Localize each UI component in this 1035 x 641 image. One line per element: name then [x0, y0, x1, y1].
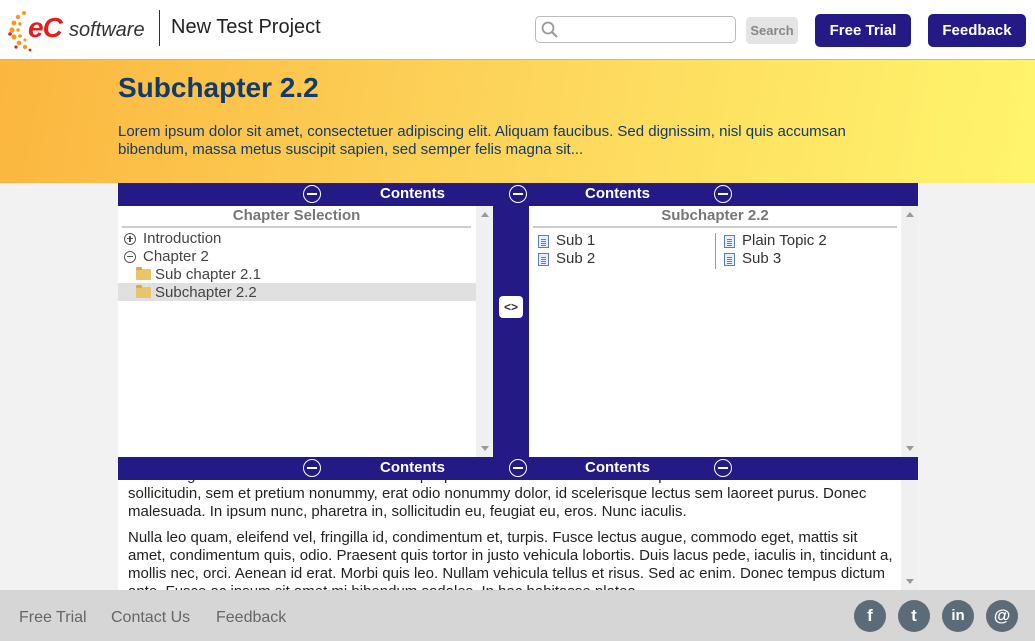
footer-link-feedback[interactable]: Feedback [216, 609, 286, 627]
collapse-icon[interactable] [509, 185, 527, 203]
feedback-button[interactable]: Feedback [928, 14, 1026, 47]
topic-label: Sub 1 [556, 232, 596, 249]
document-icon [724, 235, 735, 248]
hero-banner: Subchapter 2.2 Lorem ipsum dolor sit ame… [0, 60, 1035, 183]
tree-item-chapter-2[interactable]: Chapter 2 [118, 247, 476, 265]
scroll-up-icon[interactable] [481, 212, 489, 217]
topic-label: Plain Topic 2 [742, 232, 827, 249]
folder-icon [136, 267, 151, 280]
document-icon [538, 235, 549, 248]
tree-item-label: Chapter 2 [143, 248, 209, 265]
subchapter-heading: Subchapter 2.2 [533, 207, 897, 228]
topic-content: Nullam egestas leo sit amet odio. Pellen… [118, 480, 918, 590]
chapter-selection-panel: Chapter Selection Introduction Chapter 2… [118, 206, 493, 457]
scroll-down-icon[interactable] [906, 446, 914, 451]
logo-software-text: software [69, 19, 145, 41]
page-summary: Lorem ipsum dolor sit amet, consectetuer… [118, 123, 846, 158]
email-icon[interactable]: @ [986, 600, 1018, 632]
tree-item-label: Sub chapter 2.1 [155, 266, 261, 283]
footer-link-contact-us[interactable]: Contact Us [111, 609, 190, 627]
chapter-selection-heading: Chapter Selection [122, 207, 471, 228]
topic-label: Sub 3 [742, 250, 782, 267]
content-paragraph: Nullam egestas leo sit amet odio. Pellen… [128, 480, 867, 520]
collapse-icon[interactable] [509, 459, 527, 477]
contents-label-right[interactable]: Contents [585, 185, 650, 202]
subchapter-panel: Subchapter 2.2 Sub 1 Sub 2 Plain Topic 2… [529, 206, 918, 457]
contents-bar-bottom: Contents Contents [118, 457, 918, 480]
contents-bar-top: Contents Contents [118, 183, 918, 206]
contents-label-right[interactable]: Contents [585, 459, 650, 476]
panel-gutter [493, 206, 529, 457]
search-input[interactable] [564, 20, 733, 41]
search-icon [541, 21, 558, 38]
twitter-icon[interactable]: t [898, 600, 930, 632]
collapse-icon[interactable] [714, 459, 732, 477]
collapse-icon[interactable] [303, 459, 321, 477]
document-icon [724, 253, 735, 266]
tree-item-label: Subchapter 2.2 [155, 284, 257, 301]
search-button[interactable]: Search [746, 17, 798, 44]
collapse-icon[interactable] [303, 185, 321, 203]
project-title: New Test Project [171, 16, 321, 38]
content-scrollbar[interactable] [901, 480, 918, 590]
document-icon [538, 253, 549, 266]
content-paragraph: Nulla leo quam, eleifend vel, fringilla … [128, 529, 893, 590]
tree-item-label: Introduction [143, 230, 222, 247]
expand-icon[interactable] [124, 233, 136, 245]
scroll-down-icon[interactable] [481, 446, 489, 451]
topic-label: Sub 2 [556, 250, 596, 267]
ec-software-logo[interactable]: eC software [6, 6, 148, 54]
logo-ec-text: eC [28, 12, 63, 43]
search-box[interactable] [535, 16, 736, 43]
collapse-icon[interactable] [714, 185, 732, 203]
toggle-panels-button[interactable]: <> [499, 296, 523, 318]
footer-link-free-trial[interactable]: Free Trial [19, 609, 87, 627]
linkedin-icon[interactable]: in [942, 600, 974, 632]
page-title: Subchapter 2.2 [118, 72, 319, 103]
header-divider [159, 10, 160, 46]
footer: Free Trial Contact Us Feedback f t in @ [0, 590, 1035, 641]
free-trial-button[interactable]: Free Trial [815, 14, 911, 47]
tree-item-introduction[interactable]: Introduction [118, 229, 476, 247]
tree-item-subchapter-2-2[interactable]: Subchapter 2.2 [118, 283, 476, 301]
header: eC software New Test Project Search Free… [0, 0, 1035, 60]
contents-label-left[interactable]: Contents [380, 459, 445, 476]
folder-icon [136, 285, 151, 298]
contents-label-left[interactable]: Contents [380, 185, 445, 202]
right-panel-scrollbar[interactable] [901, 206, 918, 457]
facebook-icon[interactable]: f [854, 600, 886, 632]
collapse-icon[interactable] [124, 251, 136, 263]
column-divider [715, 233, 716, 269]
scroll-down-icon[interactable] [906, 579, 914, 584]
tree-item-sub-chapter-2-1[interactable]: Sub chapter 2.1 [118, 265, 476, 283]
scroll-up-icon[interactable] [906, 212, 914, 217]
left-panel-scrollbar[interactable] [476, 206, 493, 457]
